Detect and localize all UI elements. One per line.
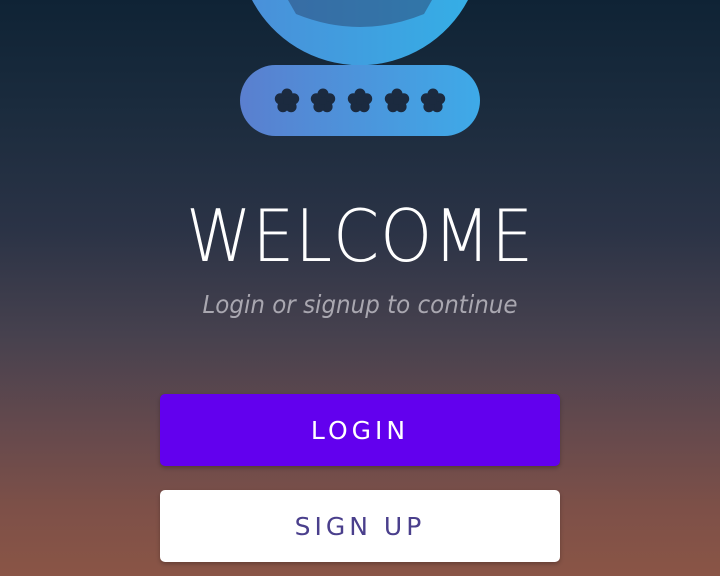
welcome-title: WELCOME xyxy=(185,194,535,278)
welcome-screen: WELCOME Login or signup to continue LOGI… xyxy=(0,0,720,576)
login-button[interactable]: LOGIN xyxy=(160,394,560,466)
user-password-icon xyxy=(240,0,480,136)
welcome-subtitle: Login or signup to continue xyxy=(202,290,518,319)
signup-button[interactable]: SIGN UP xyxy=(160,490,560,562)
app-logo xyxy=(0,0,720,140)
